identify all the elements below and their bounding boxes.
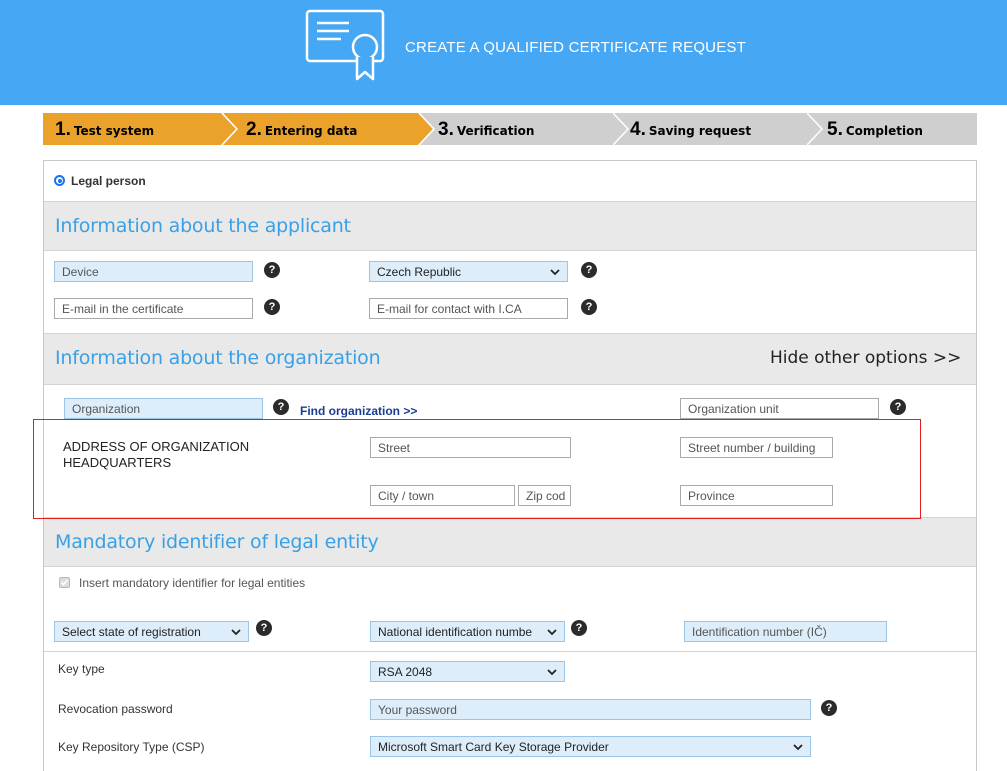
find-organization-link[interactable]: Find organization >> bbox=[300, 404, 417, 418]
step-1[interactable]: 1. Test system bbox=[43, 113, 238, 145]
device-input[interactable]: Device bbox=[54, 261, 253, 282]
divider bbox=[44, 651, 976, 652]
chevron-down-icon bbox=[547, 669, 557, 676]
step-4[interactable]: 4. Saving request bbox=[613, 113, 823, 145]
checkmark-icon bbox=[60, 579, 69, 586]
progress-steps: 1. Test system 2. Entering data 3. Verifica… bbox=[43, 113, 977, 145]
registration-state-select[interactable]: Select state of registration bbox=[54, 621, 249, 642]
chevron-down-icon bbox=[547, 629, 557, 636]
id-type-value: National identification numbe bbox=[378, 625, 533, 639]
csp-label: Key Repository Type (CSP) bbox=[58, 740, 205, 754]
step-label: Test system bbox=[73, 124, 155, 138]
key-type-select[interactable]: RSA 2048 bbox=[370, 661, 565, 682]
applicant-section-header: Information about the applicant bbox=[44, 201, 976, 251]
organization-unit-input[interactable]: Organization unit bbox=[680, 398, 879, 419]
id-type-select[interactable]: National identification numbe bbox=[370, 621, 565, 642]
organization-input[interactable]: Organization bbox=[64, 398, 263, 419]
mandatory-id-label: Insert mandatory identifier for legal en… bbox=[79, 576, 306, 590]
section-title: Information about the applicant bbox=[55, 215, 351, 237]
legal-identifier-section-header: Mandatory identifier of legal entity bbox=[44, 517, 976, 567]
step-5[interactable]: 5. Completion bbox=[807, 113, 977, 145]
chevron-down-icon bbox=[550, 269, 560, 276]
page-header: CREATE A QUALIFIED CERTIFICATE REQUEST bbox=[0, 0, 1007, 105]
section-title: Information about the organization bbox=[55, 347, 381, 369]
step-label: Verification bbox=[456, 124, 535, 138]
legal-person-radio[interactable] bbox=[54, 175, 65, 186]
step-number: 2. bbox=[246, 119, 262, 140]
step-number: 5. bbox=[827, 119, 843, 140]
revocation-password-label: Revocation password bbox=[58, 702, 173, 716]
key-type-label: Key type bbox=[58, 662, 105, 676]
help-icon[interactable]: ? bbox=[256, 620, 272, 636]
registration-state-value: Select state of registration bbox=[62, 625, 201, 639]
step-number: 3. bbox=[438, 119, 454, 140]
hide-options-link[interactable]: Hide other options >> bbox=[770, 348, 961, 368]
step-2[interactable]: 2. Entering data bbox=[222, 113, 434, 145]
address-highlight-box bbox=[33, 419, 921, 519]
help-icon[interactable]: ? bbox=[264, 262, 280, 278]
help-icon[interactable]: ? bbox=[581, 299, 597, 315]
step-label: Completion bbox=[845, 124, 923, 138]
revocation-password-input[interactable]: Your password bbox=[370, 699, 811, 720]
step-label: Saving request bbox=[648, 124, 752, 138]
chevron-down-icon bbox=[793, 744, 803, 751]
radio-dot bbox=[57, 178, 62, 183]
section-title: Mandatory identifier of legal entity bbox=[55, 531, 379, 553]
help-icon[interactable]: ? bbox=[581, 262, 597, 278]
country-select[interactable]: Czech Republic bbox=[369, 261, 568, 282]
help-icon[interactable]: ? bbox=[890, 399, 906, 415]
organization-section-header: Information about the organization Hide … bbox=[44, 333, 976, 385]
email-certificate-input[interactable]: E-mail in the certificate bbox=[54, 298, 253, 319]
country-value: Czech Republic bbox=[377, 265, 462, 279]
csp-select[interactable]: Microsoft Smart Card Key Storage Provide… bbox=[370, 736, 811, 757]
step-label: Entering data bbox=[264, 124, 358, 138]
help-icon[interactable]: ? bbox=[264, 299, 280, 315]
help-icon[interactable]: ? bbox=[571, 620, 587, 636]
identification-number-input[interactable]: Identification number (IČ) bbox=[684, 621, 887, 642]
step-3[interactable]: 3. Verification bbox=[419, 113, 629, 145]
step-number: 4. bbox=[630, 119, 646, 140]
key-type-value: RSA 2048 bbox=[378, 665, 433, 679]
csp-value: Microsoft Smart Card Key Storage Provide… bbox=[378, 740, 609, 754]
page-title: CREATE A QUALIFIED CERTIFICATE REQUEST bbox=[405, 39, 746, 56]
mandatory-id-checkbox[interactable] bbox=[59, 577, 70, 588]
certificate-icon bbox=[305, 9, 385, 81]
chevron-down-icon bbox=[231, 629, 241, 636]
help-icon[interactable]: ? bbox=[821, 700, 837, 716]
step-number: 1. bbox=[55, 119, 71, 140]
legal-person-label: Legal person bbox=[71, 174, 146, 188]
help-icon[interactable]: ? bbox=[273, 399, 289, 415]
email-contact-input[interactable]: E-mail for contact with I.CA bbox=[369, 298, 568, 319]
